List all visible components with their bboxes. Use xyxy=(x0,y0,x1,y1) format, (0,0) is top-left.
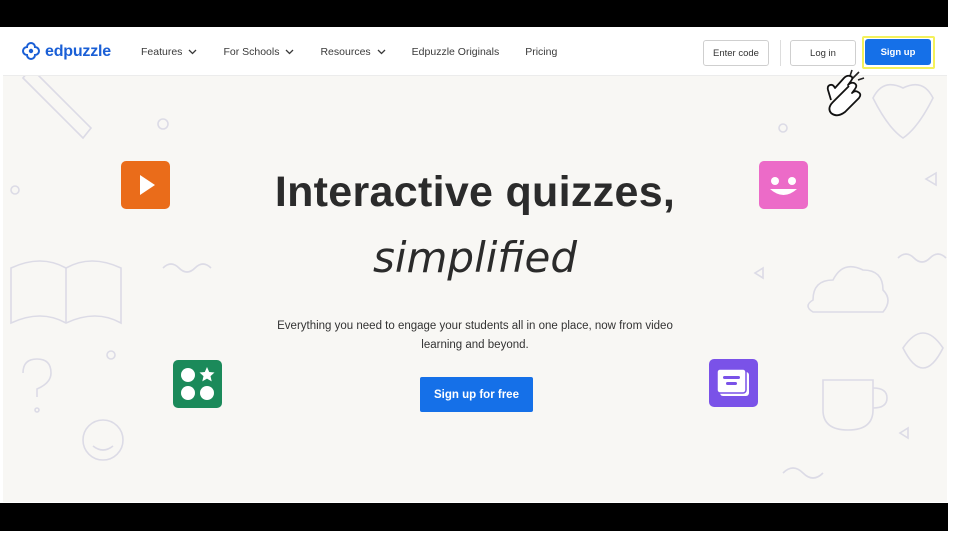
hero-description-line: learning and beyond. xyxy=(421,339,529,351)
nav-link-edpuzzle-originals[interactable]: Edpuzzle Originals xyxy=(412,46,500,58)
play-icon xyxy=(121,161,170,209)
nav-link-label: Pricing xyxy=(525,46,558,58)
smile-face-icon xyxy=(759,161,808,209)
edpuzzle-logo-icon xyxy=(21,41,41,61)
nav-links: Features For Schools Resources Edpuzzle … xyxy=(141,28,583,76)
nav-link-label: Edpuzzle Originals xyxy=(411,46,500,58)
quiz-grid-icon xyxy=(173,360,222,408)
chevron-down-icon xyxy=(286,49,294,55)
note-card-icon xyxy=(709,359,758,407)
brand-logo[interactable]: edpuzzle xyxy=(21,41,111,63)
page-frame: edpuzzle Features For Schools Resources … xyxy=(3,28,947,502)
nav-divider xyxy=(780,40,781,66)
video-letterbox-bottom xyxy=(0,503,948,531)
brand-name: edpuzzle xyxy=(45,43,111,60)
nav-link-label: Features xyxy=(141,46,183,58)
video-letterbox-top xyxy=(0,0,948,27)
nav-link-for-schools[interactable]: For Schools xyxy=(223,46,294,58)
nav-link-label: For Schools xyxy=(223,46,280,58)
sign-up-button[interactable]: Sign up xyxy=(865,39,931,65)
enter-code-button[interactable]: Enter code xyxy=(703,40,769,66)
sign-up-for-free-button[interactable]: Sign up for free xyxy=(420,377,533,412)
nav-link-pricing[interactable]: Pricing xyxy=(525,46,557,58)
nav-link-features[interactable]: Features xyxy=(141,46,197,58)
hand-pointer-cursor-icon xyxy=(826,69,865,117)
log-in-button[interactable]: Log in xyxy=(790,40,856,66)
top-navbar: edpuzzle Features For Schools Resources … xyxy=(3,28,947,76)
hero-description-line: Everything you need to engage your stude… xyxy=(277,320,673,332)
chevron-down-icon xyxy=(377,49,386,55)
nav-link-label: Resources xyxy=(320,46,371,58)
chevron-down-icon xyxy=(188,49,197,55)
nav-link-resources[interactable]: Resources xyxy=(320,46,386,58)
hero-description: Everything you need to engage your stude… xyxy=(243,317,707,355)
hero-subtitle: simplified xyxy=(372,233,578,282)
